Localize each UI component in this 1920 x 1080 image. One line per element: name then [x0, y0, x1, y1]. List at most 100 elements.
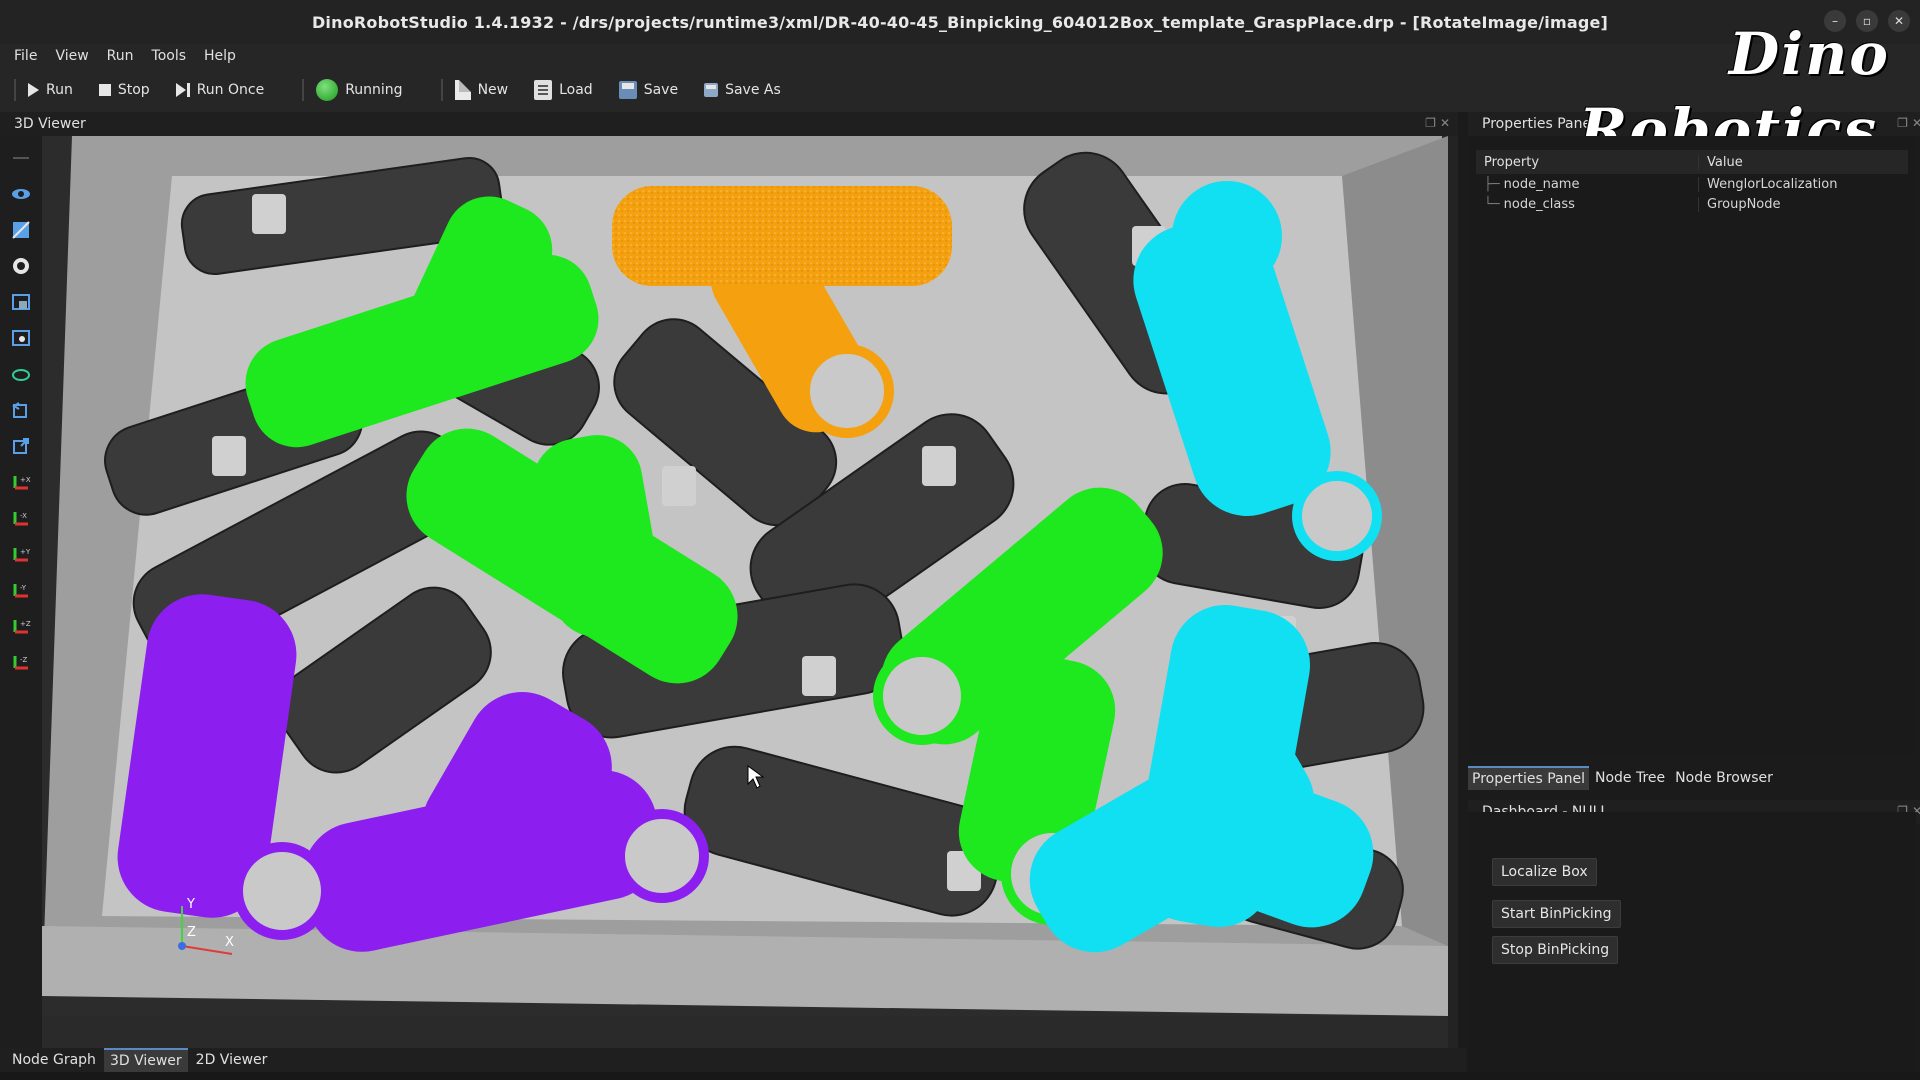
- float-icon[interactable]: ❐: [1425, 116, 1436, 130]
- view-minus-z-icon[interactable]: -Z: [7, 648, 35, 676]
- tab-node-graph[interactable]: Node Graph: [6, 1049, 102, 1071]
- menu-bar: File View Run Tools Help: [0, 44, 1920, 68]
- stop-icon: [98, 84, 111, 96]
- viewer-header: 3D Viewer ❐ ✕: [0, 112, 1458, 136]
- tab-2d-viewer[interactable]: 2D Viewer: [190, 1049, 274, 1071]
- localize-box-button[interactable]: Localize Box: [1492, 858, 1597, 886]
- close-icon[interactable]: ✕: [1440, 116, 1450, 130]
- axis-label-y: Y: [186, 897, 195, 912]
- toolbar-separator: [302, 79, 305, 101]
- view-plus-z-icon[interactable]: +Z: [7, 612, 35, 640]
- view-minus-x-icon[interactable]: -X: [7, 504, 35, 532]
- menu-run[interactable]: Run: [107, 48, 134, 64]
- viewer-title: 3D Viewer: [14, 116, 86, 132]
- tab-3d-viewer[interactable]: 3D Viewer: [103, 1048, 188, 1072]
- property-key: node_name: [1503, 176, 1580, 192]
- view-plus-y-icon[interactable]: +Y: [7, 540, 35, 568]
- view-plus-x-icon[interactable]: +X: [7, 468, 35, 496]
- load-button[interactable]: Load: [534, 80, 593, 100]
- tree-branch-icon: ├─: [1484, 176, 1500, 192]
- running-status[interactable]: Running: [316, 79, 403, 101]
- save-as-button[interactable]: Save As: [704, 82, 781, 98]
- svg-text:-X: -X: [20, 512, 27, 520]
- menu-help[interactable]: Help: [204, 48, 236, 64]
- axis-label-x: X: [225, 935, 234, 950]
- running-label: Running: [345, 82, 403, 98]
- frame-icon[interactable]: [7, 288, 35, 316]
- run-once-button[interactable]: Run Once: [175, 82, 265, 98]
- viewport-bottom-floor: [42, 1016, 1448, 1048]
- tab-node-tree[interactable]: Node Tree: [1591, 767, 1669, 789]
- cube-view-icon[interactable]: [7, 216, 35, 244]
- start-binpicking-button[interactable]: Start BinPicking: [1492, 900, 1621, 928]
- stop-binpicking-button[interactable]: Stop BinPicking: [1492, 936, 1619, 964]
- viewer-panel-controls: ❐ ✕: [1425, 116, 1450, 130]
- run-once-label: Run Once: [196, 82, 265, 98]
- step-icon: [175, 83, 190, 97]
- export-view-icon[interactable]: [7, 432, 35, 460]
- status-bar: [0, 1072, 1920, 1080]
- close-button[interactable]: ✕: [1888, 10, 1910, 32]
- property-key-cell: ├─ node_name: [1476, 177, 1698, 192]
- svg-text:-Z: -Z: [20, 656, 28, 664]
- column-header-value[interactable]: Value: [1698, 154, 1908, 170]
- property-value: GroupNode: [1698, 196, 1908, 212]
- properties-panel: Property Value ├─ node_name WenglorLocali…: [1468, 136, 1916, 756]
- svg-text:+X: +X: [20, 476, 31, 484]
- target-icon[interactable]: [7, 252, 35, 280]
- 3d-viewport[interactable]: Y Z X: [42, 136, 1448, 1048]
- menu-tools[interactable]: Tools: [152, 48, 187, 64]
- run-button[interactable]: Run: [28, 82, 73, 98]
- property-key: node_class: [1503, 196, 1575, 212]
- toolbar-grip-icon: [7, 144, 35, 172]
- point-cloud-render: Y Z X: [42, 136, 1448, 1048]
- load-label: Load: [559, 82, 593, 98]
- camera-frame-icon[interactable]: [7, 324, 35, 352]
- table-row[interactable]: └─ node_class GroupNode: [1476, 194, 1908, 214]
- svg-text:+Z: +Z: [20, 620, 31, 628]
- save-button[interactable]: Save: [618, 81, 678, 99]
- stop-label: Stop: [117, 82, 150, 98]
- stop-button[interactable]: Stop: [98, 82, 150, 98]
- tab-properties-panel[interactable]: Properties Panel: [1468, 766, 1589, 790]
- run-label: Run: [46, 82, 73, 98]
- undo-view-icon[interactable]: [7, 396, 35, 424]
- tree-branch-icon: └─: [1484, 196, 1500, 212]
- close-icon[interactable]: ✕: [1912, 116, 1920, 130]
- status-led-icon: [316, 79, 339, 101]
- window-title: DinoRobotStudio 1.4.1932 - /drs/projects…: [311, 12, 1609, 32]
- toolbar-grip[interactable]: [14, 79, 16, 101]
- viewer-scrollbar[interactable]: [1448, 136, 1458, 1048]
- save-as-icon: [704, 83, 719, 97]
- view-minus-y-icon[interactable]: -Y: [7, 576, 35, 604]
- right-tab-bar: Properties Panel Node Tree Node Browser: [1468, 766, 1916, 790]
- menu-file[interactable]: File: [14, 48, 37, 64]
- menu-view[interactable]: View: [55, 48, 88, 64]
- properties-table-header: Property Value: [1476, 150, 1908, 174]
- cloud-icon[interactable]: [7, 360, 35, 388]
- svg-text:-Y: -Y: [20, 584, 27, 592]
- property-value: WenglorLocalization: [1698, 176, 1908, 192]
- save-as-label: Save As: [725, 82, 781, 98]
- new-button[interactable]: New: [454, 80, 509, 100]
- title-bar: DinoRobotStudio 1.4.1932 - /drs/projects…: [0, 0, 1920, 44]
- properties-panel-controls: ❐ ✕: [1897, 116, 1920, 130]
- brand-logo-dino: Dino: [1728, 20, 1890, 88]
- load-icon: [534, 80, 553, 100]
- toolbar-separator: [440, 79, 443, 101]
- save-icon: [618, 81, 637, 99]
- eye-icon[interactable]: [7, 180, 35, 208]
- new-label: New: [477, 82, 509, 98]
- column-header-property[interactable]: Property: [1476, 155, 1698, 170]
- viewer-toolbar: +X -X +Y -Y +Z -Z: [0, 136, 42, 1052]
- play-icon: [28, 83, 39, 97]
- table-row[interactable]: ├─ node_name WenglorLocalization: [1476, 174, 1908, 194]
- svg-text:+Y: +Y: [20, 548, 31, 556]
- bottom-tab-bar: Node Graph 3D Viewer 2D Viewer: [0, 1048, 1466, 1072]
- tab-node-browser[interactable]: Node Browser: [1671, 767, 1777, 789]
- dashboard-panel: Localize Box Start BinPicking Stop BinPi…: [1468, 812, 1916, 1072]
- property-key-cell: └─ node_class: [1476, 197, 1698, 212]
- new-document-icon: [454, 80, 471, 100]
- float-icon[interactable]: ❐: [1897, 116, 1908, 130]
- properties-table: Property Value ├─ node_name WenglorLocali…: [1476, 150, 1908, 214]
